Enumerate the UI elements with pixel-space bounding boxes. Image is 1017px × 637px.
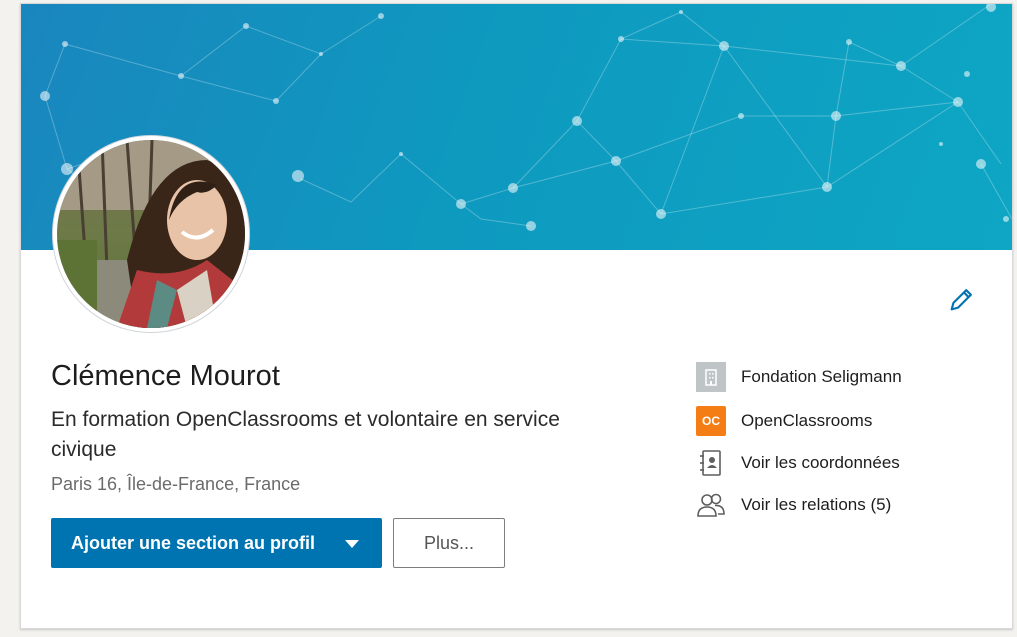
sidebar-item-label: OpenClassrooms bbox=[741, 411, 873, 430]
sidebar-item-contact-info[interactable]: Voir les coordonnées bbox=[696, 447, 900, 479]
profile-card: Clémence Mourot En formation OpenClassro… bbox=[20, 3, 1013, 629]
company-building-icon bbox=[696, 362, 726, 392]
sidebar-item-company[interactable]: Fondation Seligmann bbox=[696, 361, 902, 393]
profile-name: Clémence Mourot bbox=[51, 360, 280, 392]
edit-profile-button[interactable] bbox=[945, 284, 977, 316]
openclassrooms-logo: OC bbox=[696, 406, 726, 436]
profile-photo[interactable] bbox=[53, 136, 249, 332]
contact-card-icon bbox=[696, 448, 726, 478]
profile-photo-image bbox=[57, 140, 245, 328]
add-profile-section-button[interactable]: Ajouter une section au profil bbox=[51, 518, 382, 568]
people-icon bbox=[696, 490, 726, 520]
sidebar-item-connections[interactable]: Voir les relations (5) bbox=[696, 489, 891, 521]
sidebar-item-school[interactable]: OC OpenClassrooms bbox=[696, 405, 872, 437]
sidebar-item-label: Voir les relations (5) bbox=[741, 495, 892, 514]
sidebar-item-label: Voir les coordonnées bbox=[741, 453, 900, 472]
pencil-icon bbox=[950, 289, 972, 311]
sidebar-item-label: Fondation Seligmann bbox=[741, 367, 902, 386]
more-actions-button[interactable]: Plus... bbox=[393, 518, 505, 568]
add-profile-section-label: Ajouter une section au profil bbox=[71, 532, 316, 553]
profile-location: Paris 16, Île-de-France, France bbox=[51, 474, 301, 494]
caret-down-icon bbox=[345, 540, 359, 548]
more-actions-label: Plus... bbox=[423, 532, 475, 553]
profile-headline: En formation OpenClassrooms et volontair… bbox=[51, 408, 560, 461]
